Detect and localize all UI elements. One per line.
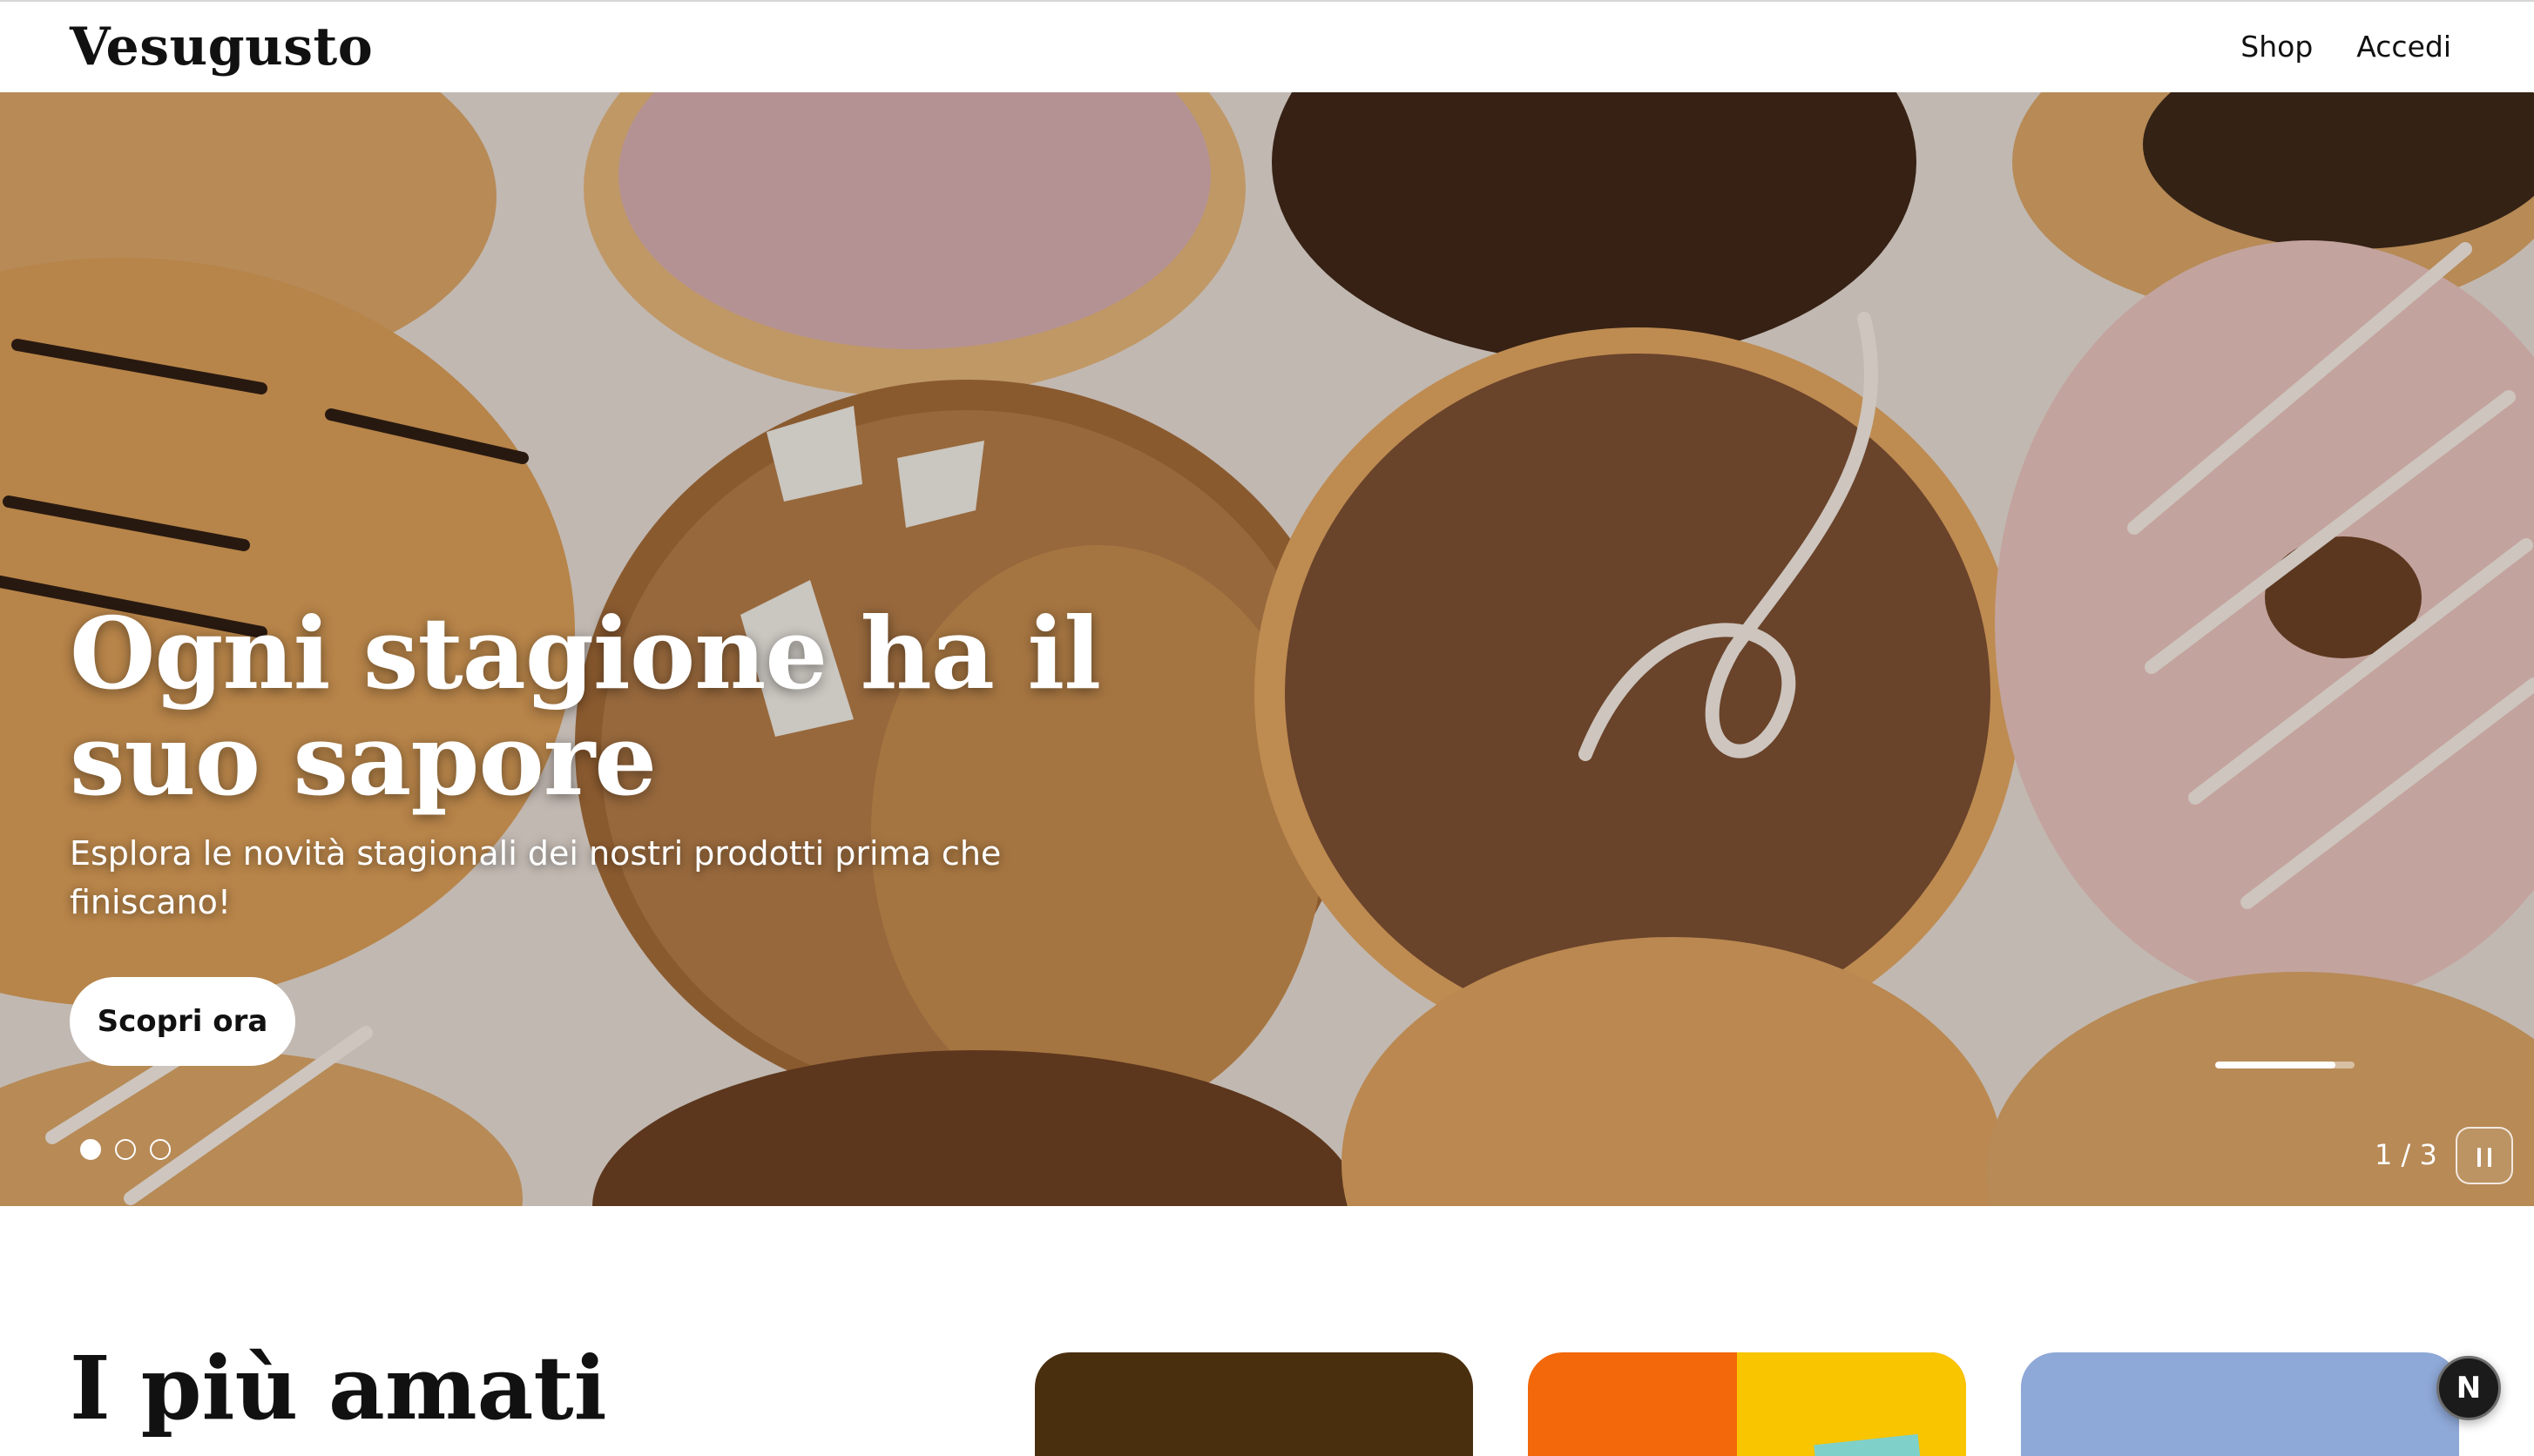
section-title: I più amati <box>70 1337 607 1439</box>
carousel-dot-1[interactable] <box>80 1139 101 1160</box>
site-logo[interactable]: Vesugusto <box>70 16 373 78</box>
nextjs-badge-button[interactable]: N <box>2436 1356 2501 1420</box>
site-header: Vesugusto Shop Accedi <box>0 2 2534 92</box>
nav-shop-link[interactable]: Shop <box>2240 26 2313 68</box>
carousel-dot-2[interactable] <box>115 1139 136 1160</box>
nextjs-badge-icon: N <box>2456 1371 2482 1405</box>
nav-login-link[interactable]: Accedi <box>2356 26 2451 68</box>
pause-button[interactable] <box>2456 1127 2513 1184</box>
carousel-dot-3[interactable] <box>150 1139 171 1160</box>
slide-progress-fill <box>2215 1062 2335 1068</box>
carousel-dots <box>80 1139 171 1160</box>
hero-subtitle: Esplora le novità stagionali dei nostri … <box>70 834 1002 921</box>
hero-carousel: Ogni stagione ha il suo sapore Esplora l… <box>0 92 2534 1206</box>
product-card-3[interactable] <box>2021 1352 2459 1456</box>
hero-title: Ogni stagione ha il suo sapore <box>70 596 1101 818</box>
product-card-1[interactable] <box>1035 1352 1473 1456</box>
discover-now-button[interactable]: Scopri ora <box>70 977 295 1066</box>
product-card-2[interactable] <box>1528 1352 1966 1456</box>
main-nav: Shop Accedi <box>2240 26 2451 68</box>
slide-counter: 1 / 3 <box>2375 1138 2437 1171</box>
slide-progress-bar <box>2215 1062 2355 1068</box>
